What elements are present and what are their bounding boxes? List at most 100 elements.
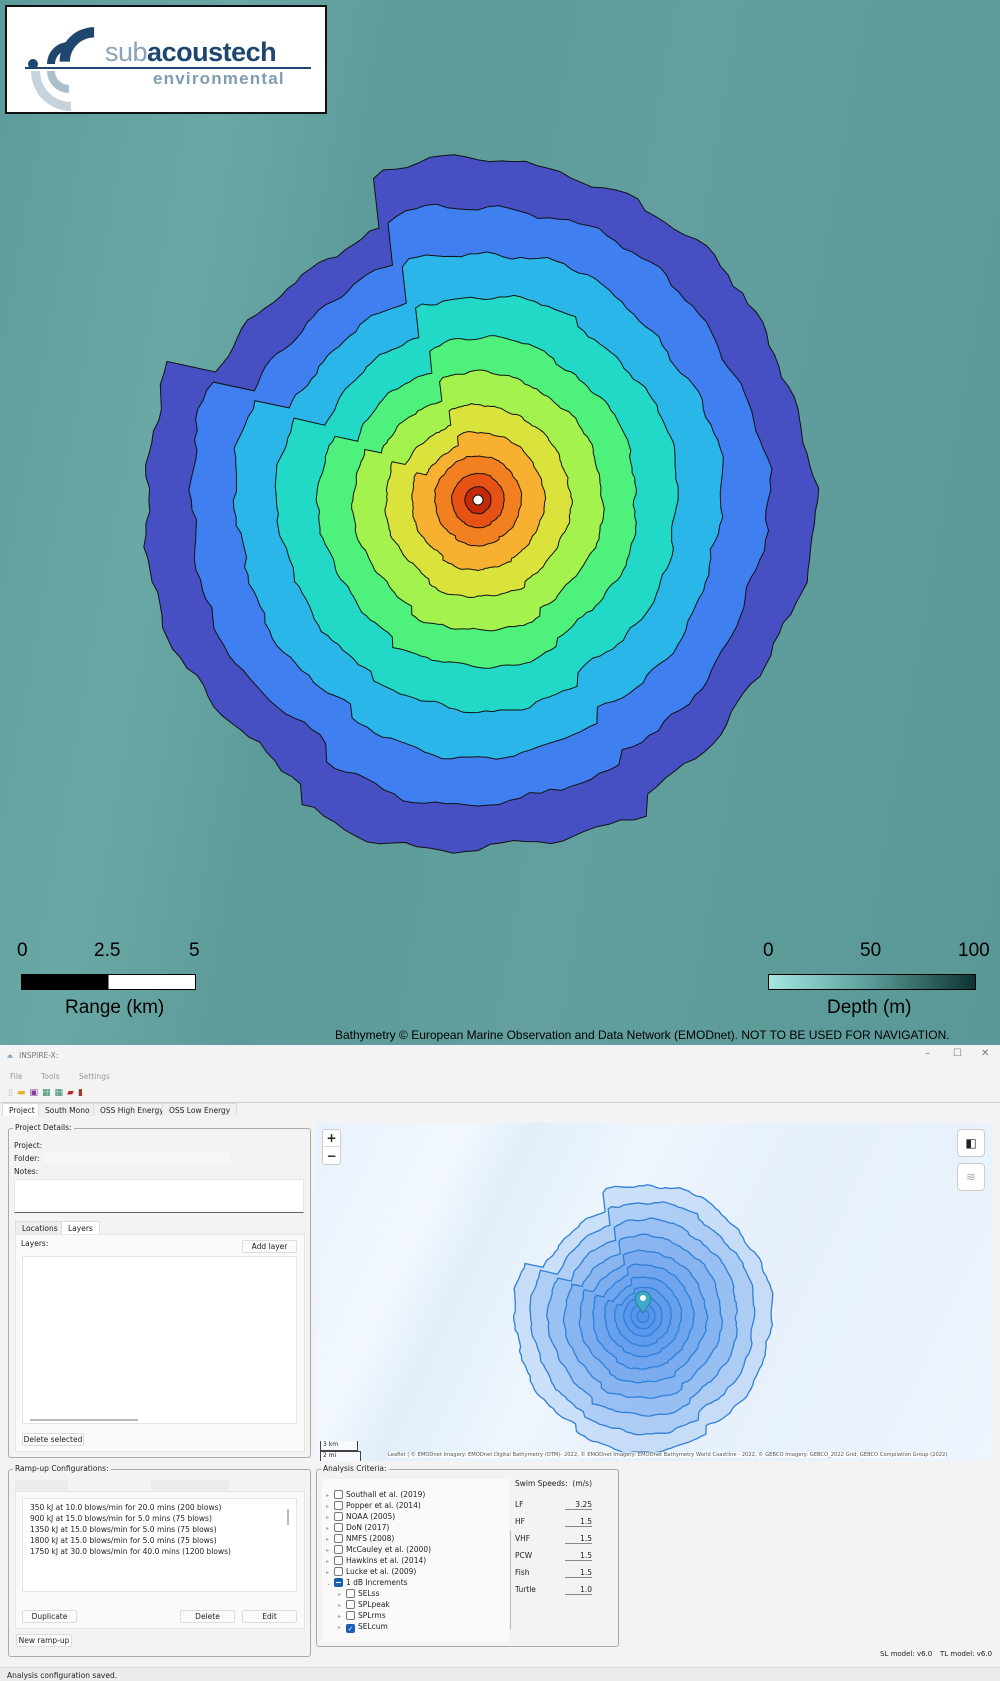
- chevron-right-icon[interactable]: ▸: [326, 1514, 334, 1521]
- menu-settings[interactable]: Settings: [79, 1072, 110, 1081]
- delete-selected-button[interactable]: Delete selected: [22, 1433, 84, 1446]
- chevron-right-icon[interactable]: ▸: [326, 1525, 334, 1532]
- partial-checkbox[interactable]: [334, 1578, 343, 1587]
- maximize-button[interactable]: ☐: [953, 1048, 962, 1059]
- criteria-item[interactable]: ▸ Southall et al. (2019): [326, 1490, 425, 1499]
- tab-oss-low-energy[interactable]: OSS Low Energy: [162, 1103, 238, 1116]
- chevron-right-icon[interactable]: ▸: [338, 1602, 346, 1609]
- criteria-item[interactable]: ▸ Hawkins et al. (2014): [326, 1556, 426, 1565]
- rampup-tab[interactable]: [15, 1480, 68, 1490]
- bathymetry-attribution: Bathymetry © European Marine Observation…: [335, 1028, 950, 1042]
- fullscreen-button[interactable]: ◧: [957, 1129, 985, 1157]
- criteria-item[interactable]: ▸ NMFS (2008): [326, 1534, 394, 1543]
- company-logo: subacoustech environmental: [5, 5, 327, 114]
- tab-project[interactable]: Project: [2, 1103, 42, 1116]
- chevron-right-icon[interactable]: ▸: [326, 1492, 334, 1499]
- chevron-right-icon[interactable]: ▸: [338, 1613, 346, 1620]
- toolbar: ▯▬▣▦▦▰▮: [8, 1088, 87, 1098]
- close-button[interactable]: ✕: [981, 1048, 989, 1059]
- criteria-subitem[interactable]: ▸ SPLpeak: [338, 1600, 390, 1609]
- zoom-in-button[interactable]: +: [323, 1130, 340, 1147]
- square-icon: ◧: [965, 1136, 977, 1150]
- chevron-right-icon[interactable]: ▸: [338, 1591, 346, 1598]
- checkbox[interactable]: [334, 1490, 343, 1499]
- swim-label: Turtle: [515, 1585, 536, 1594]
- save-icon[interactable]: ▣: [29, 1088, 42, 1098]
- menu-file[interactable]: File: [10, 1072, 23, 1081]
- new-file-icon[interactable]: ▯: [8, 1088, 17, 1098]
- chevron-down-icon[interactable]: ⌄: [326, 1580, 334, 1587]
- checkbox[interactable]: [334, 1523, 343, 1532]
- criteria-item[interactable]: ⌄ 1 dB Increments: [326, 1578, 408, 1587]
- checkbox[interactable]: ✓: [346, 1624, 355, 1633]
- notes-field[interactable]: [14, 1179, 304, 1213]
- chevron-right-icon[interactable]: ▸: [326, 1536, 334, 1543]
- swim-speed-input[interactable]: 3.25: [565, 1500, 592, 1510]
- criteria-label: SELcum: [358, 1622, 388, 1631]
- swim-speed-input[interactable]: 1.5: [565, 1568, 592, 1578]
- toolbox-icon[interactable]: ▰: [67, 1088, 78, 1098]
- zoom-out-button[interactable]: −: [323, 1148, 340, 1165]
- minimize-button[interactable]: –: [925, 1048, 930, 1059]
- criteria-subitem[interactable]: ▸ SELss: [338, 1589, 380, 1598]
- tab-south-mono[interactable]: South Mono: [38, 1103, 97, 1116]
- criteria-item[interactable]: ▸ Popper et al. (2014): [326, 1501, 421, 1510]
- swim-speed-input[interactable]: 1.5: [565, 1534, 592, 1544]
- exit-door-icon[interactable]: ▮: [78, 1088, 87, 1098]
- rampup-tab[interactable]: [151, 1480, 229, 1490]
- layers-icon: ≋: [965, 1170, 977, 1184]
- criteria-subitem[interactable]: ▸ ✓ SELcum: [338, 1622, 388, 1633]
- swim-speeds-label: Swim Speeds:: [515, 1479, 568, 1488]
- tab-locations[interactable]: Locations: [15, 1221, 65, 1234]
- rampup-item[interactable]: 350 kJ at 10.0 blows/min for 20.0 mins (…: [30, 1503, 221, 1512]
- rampup-item[interactable]: 1750 kJ at 30.0 blows/min for 40.0 mins …: [30, 1547, 231, 1556]
- chevron-right-icon[interactable]: ▸: [326, 1558, 334, 1565]
- horizontal-scrollbar[interactable]: [30, 1419, 138, 1421]
- chevron-right-icon[interactable]: ▸: [326, 1547, 334, 1554]
- chevron-right-icon[interactable]: ▸: [338, 1624, 346, 1631]
- checkbox[interactable]: [346, 1611, 355, 1620]
- checkbox[interactable]: [334, 1567, 343, 1576]
- criteria-item[interactable]: ▸ DoN (2017): [326, 1523, 389, 1532]
- export-icon[interactable]: ▦: [55, 1088, 68, 1098]
- checkbox[interactable]: [346, 1589, 355, 1598]
- rampup-item[interactable]: 1350 kJ at 15.0 blows/min for 5.0 mins (…: [30, 1525, 217, 1534]
- swim-speed-input[interactable]: 1.5: [565, 1517, 592, 1527]
- checkbox[interactable]: [334, 1556, 343, 1565]
- menu-tools[interactable]: Tools: [41, 1072, 59, 1081]
- tab-oss-high-energy[interactable]: OSS High Energy: [93, 1103, 171, 1116]
- delete-button[interactable]: Delete: [180, 1610, 235, 1623]
- tab-layers[interactable]: Layers: [61, 1221, 100, 1234]
- checkbox[interactable]: [334, 1534, 343, 1543]
- open-folder-icon[interactable]: ▬: [17, 1088, 30, 1098]
- checkbox[interactable]: [334, 1545, 343, 1554]
- criteria-item[interactable]: ▸ Lucke et al. (2009): [326, 1567, 416, 1576]
- folder-field[interactable]: [44, 1153, 229, 1163]
- rampup-item[interactable]: 900 kJ at 15.0 blows/min for 5.0 mins (7…: [30, 1514, 212, 1523]
- range-scale-label: Range (km): [65, 997, 165, 1018]
- edit-button[interactable]: Edit: [242, 1610, 297, 1623]
- range-tick: 0: [17, 940, 28, 961]
- checkbox[interactable]: [346, 1600, 355, 1609]
- checkbox[interactable]: [334, 1512, 343, 1521]
- add-layer-button[interactable]: Add layer: [242, 1240, 297, 1253]
- rampup-list[interactable]: 350 kJ at 10.0 blows/min for 20.0 mins (…: [22, 1498, 297, 1592]
- vertical-scrollbar[interactable]: [287, 1509, 289, 1525]
- tree-scrollbar[interactable]: [510, 1530, 511, 1630]
- rampup-item[interactable]: 1800 kJ at 15.0 blows/min for 5.0 mins (…: [30, 1536, 217, 1545]
- chevron-right-icon[interactable]: ▸: [326, 1503, 334, 1510]
- criteria-subitem[interactable]: ▸ SPLrms: [338, 1611, 386, 1620]
- map-attribution[interactable]: Leaflet | © EMODnet Imagery: EMODnet Dig…: [388, 1452, 948, 1458]
- layers-list[interactable]: [22, 1256, 297, 1424]
- checkbox[interactable]: [334, 1501, 343, 1510]
- criteria-item[interactable]: ▸ McCauley et al. (2000): [326, 1545, 431, 1554]
- import-icon[interactable]: ▦: [42, 1088, 55, 1098]
- layers-control-button[interactable]: ≋: [957, 1163, 985, 1191]
- criteria-item[interactable]: ▸ NOAA (2005): [326, 1512, 395, 1521]
- duplicate-button[interactable]: Duplicate: [22, 1610, 77, 1623]
- leaflet-map[interactable]: + − ◧ ≋ 3 km 2 mi Leaflet | © EMODnet Im…: [316, 1123, 994, 1461]
- new-rampup-button[interactable]: New ramp-up: [16, 1634, 72, 1647]
- chevron-right-icon[interactable]: ▸: [326, 1569, 334, 1576]
- swim-speed-input[interactable]: 1.0: [565, 1585, 592, 1595]
- swim-speed-input[interactable]: 1.5: [565, 1551, 592, 1561]
